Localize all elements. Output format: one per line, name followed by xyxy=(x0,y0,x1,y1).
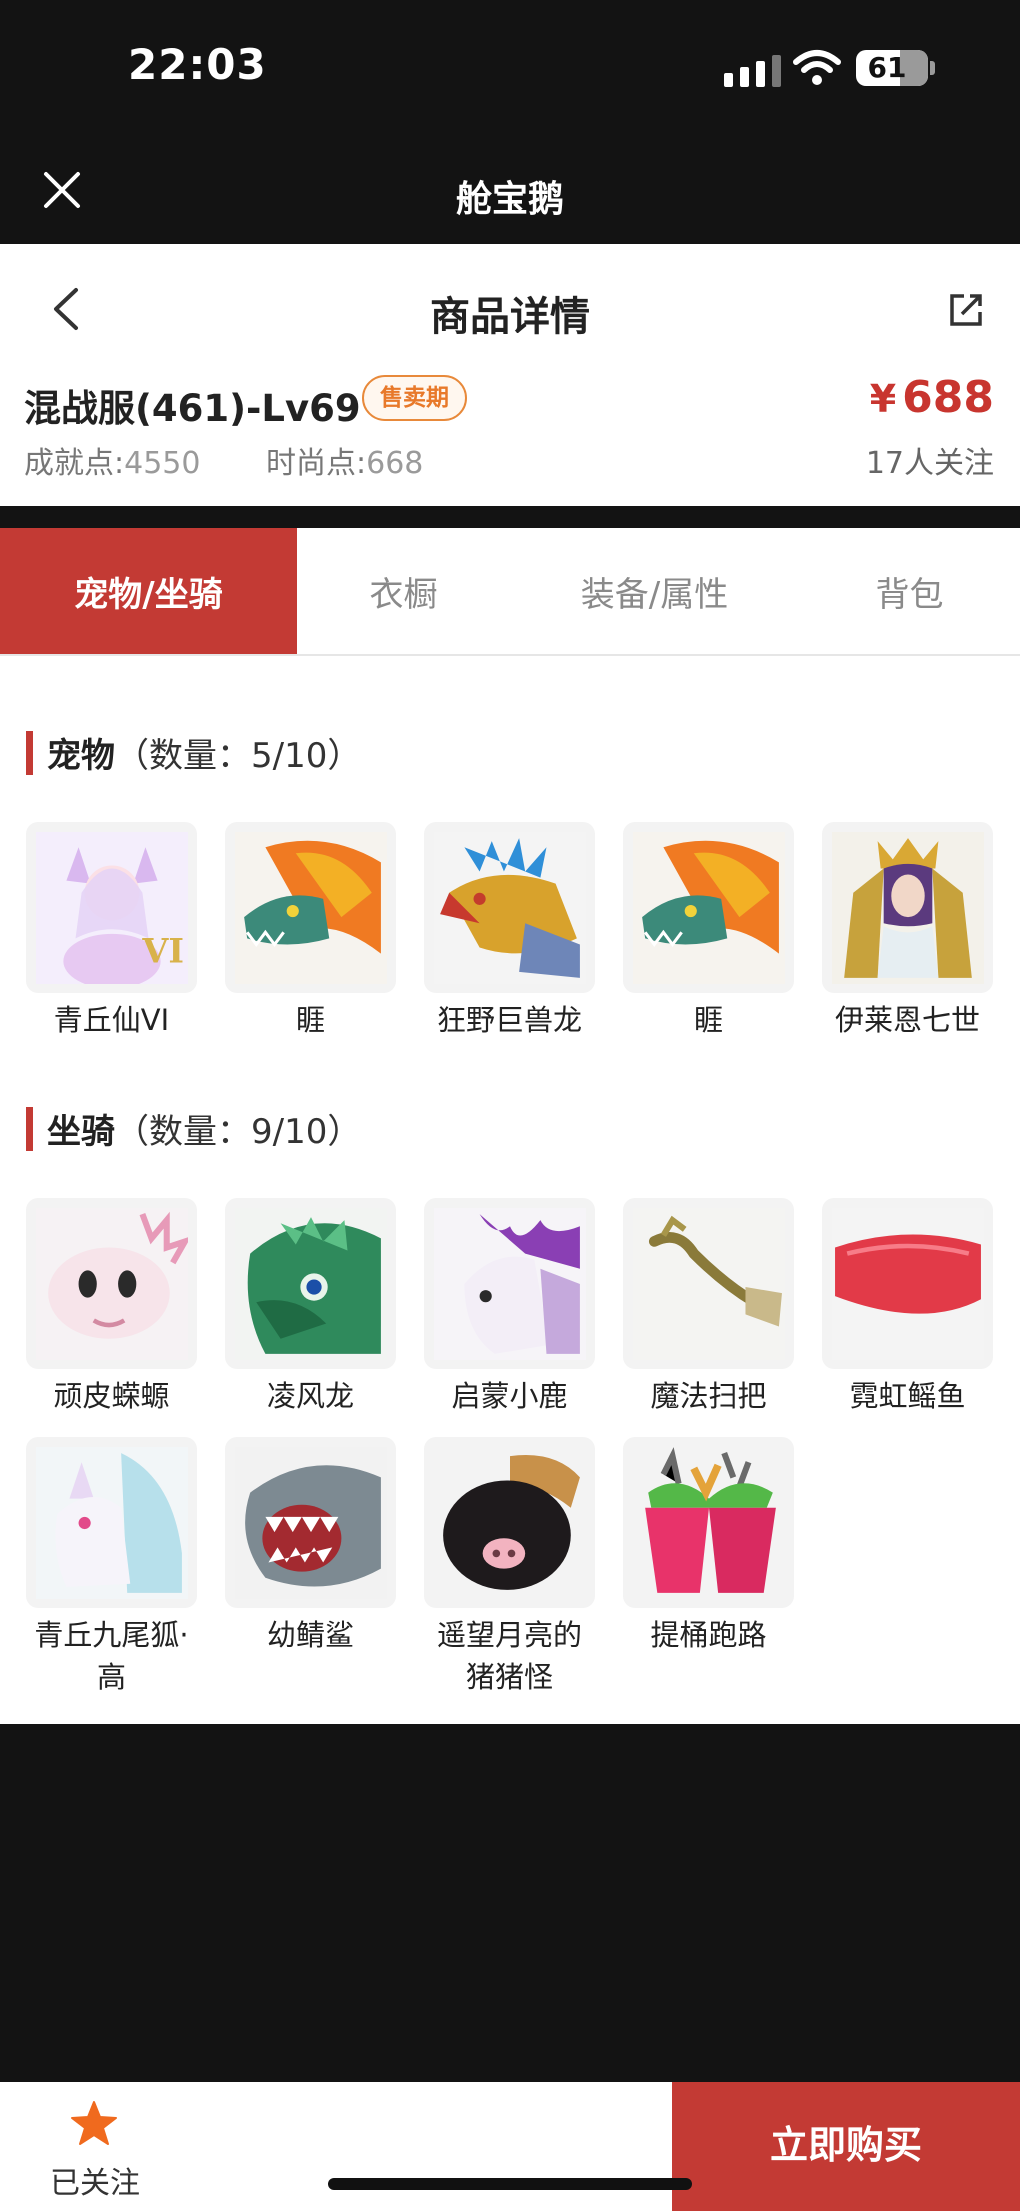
mount-name: 凌风龙 xyxy=(266,1379,354,1413)
price: ¥688 xyxy=(870,372,994,423)
mount-name: 魔法扫把 xyxy=(650,1379,767,1413)
shark-icon xyxy=(234,1446,387,1599)
mount-name: 遥望月亮的猪猪怪 xyxy=(436,1618,582,1694)
pig-icon xyxy=(433,1446,586,1599)
tab-equipment[interactable]: 装备/属性 xyxy=(510,528,799,654)
price-currency: ¥ xyxy=(869,377,897,421)
status-badge: 售卖期 xyxy=(362,375,467,421)
share-icon[interactable] xyxy=(948,292,984,328)
mount-name: 霓虹鳐鱼 xyxy=(849,1379,966,1413)
page-title: 商品详情 xyxy=(430,294,590,340)
mount-item[interactable]: 启蒙小鹿 xyxy=(424,1198,595,1417)
mounts-section-title: 坐骑 （数量：9/10） xyxy=(26,1104,361,1153)
green-dragon-icon xyxy=(234,1207,387,1360)
mount-item[interactable]: 魔法扫把 xyxy=(623,1198,794,1417)
status-time: 22:03 xyxy=(128,40,267,89)
product-name: 混战服(461)-Lv69 xyxy=(24,387,361,430)
fashion-label: 时尚点: xyxy=(266,446,367,481)
pet-name: 睚 xyxy=(295,1003,325,1037)
fashion-points: 时尚点:668 xyxy=(266,438,423,482)
pet-name: 狂野巨兽龙 xyxy=(436,1003,582,1037)
deer-icon xyxy=(433,1207,586,1360)
fox-fairy-icon: VI xyxy=(35,831,188,984)
pet-name: 睚 xyxy=(693,1003,723,1037)
follow-label: 已关注 xyxy=(50,2166,140,2201)
broom-icon xyxy=(632,1207,785,1360)
pet-item[interactable]: 睚 xyxy=(623,822,794,1041)
ray-icon xyxy=(831,1207,984,1360)
price-value: 688 xyxy=(902,372,994,423)
svg-text:VI: VI xyxy=(141,931,184,970)
wifi-icon xyxy=(793,50,841,85)
mounts-title: 坐骑 xyxy=(47,1112,115,1152)
status-bar: 22:03 61 xyxy=(0,0,1020,140)
bucket-icon xyxy=(632,1446,785,1599)
queen-icon xyxy=(831,831,984,984)
product-header: 商品详情 混战服(461)-Lv69 售卖期 ¥688 成就点:4550 时尚点… xyxy=(0,244,1020,506)
star-icon xyxy=(71,2101,117,2145)
battery-icon: 61 xyxy=(856,50,928,86)
fire-dragon-icon xyxy=(632,831,785,984)
mount-item[interactable]: 遥望月亮的猪猪怪 xyxy=(424,1437,595,1698)
pet-name: 青丘仙VI xyxy=(53,1003,170,1037)
mount-item[interactable]: 青丘九尾狐·高 xyxy=(26,1437,197,1698)
achievement-points: 成就点:4550 xyxy=(24,438,200,482)
tab-backpack[interactable]: 背包 xyxy=(799,528,1020,654)
pets-count: （数量：5/10） xyxy=(115,736,362,776)
tab-pets-mounts[interactable]: 宠物/坐骑 xyxy=(0,528,297,654)
home-indicator xyxy=(328,2178,692,2190)
mount-item[interactable]: 凌风龙 xyxy=(225,1198,396,1417)
axolotl-icon xyxy=(35,1207,188,1360)
mount-item[interactable]: 提桶跑路 xyxy=(623,1437,794,1698)
mount-name: 提桶跑路 xyxy=(650,1618,767,1652)
battery-level: 61 xyxy=(867,51,907,84)
fire-dragon-icon xyxy=(234,831,387,984)
wild-dragon-icon xyxy=(433,831,586,984)
mount-item[interactable]: 霓虹鳐鱼 xyxy=(822,1198,993,1417)
follower-count: 17人关注 xyxy=(865,446,994,481)
achievement-value: 4550 xyxy=(124,446,201,481)
achievement-label: 成就点: xyxy=(24,446,125,481)
pets-section-title: 宠物 （数量：5/10） xyxy=(26,728,361,777)
pets-title: 宠物 xyxy=(47,736,115,776)
mount-name: 青丘九尾狐·高 xyxy=(34,1618,189,1694)
mount-item[interactable]: 幼鲭鲨 xyxy=(225,1437,396,1698)
mounts-count: （数量：9/10） xyxy=(115,1112,362,1152)
nine-tail-fox-icon xyxy=(35,1446,188,1599)
mount-item[interactable]: 顽皮蝾螈 xyxy=(26,1198,197,1417)
mounts-grid: 顽皮蝾螈 凌风龙 启蒙小鹿 魔法扫把 霓虹鳐鱼 青丘九尾狐·高 幼鲭鲨 遥望月亮… xyxy=(26,1198,996,1698)
pet-name: 伊莱恩七世 xyxy=(834,1003,980,1037)
cellular-signal-icon xyxy=(724,55,781,87)
mount-name: 幼鲭鲨 xyxy=(266,1618,354,1652)
pets-grid: VI 青丘仙VI 睚 狂野巨兽龙 睚 伊莱恩七世 xyxy=(26,822,996,1041)
app-title: 舱宝鹅 xyxy=(455,179,564,220)
pets-mounts-panel: 宠物 （数量：5/10） VI 青丘仙VI 睚 狂野巨兽龙 睚 伊莱恩七世 坐骑… xyxy=(0,656,1020,1724)
mount-name: 启蒙小鹿 xyxy=(451,1379,568,1413)
mount-name: 顽皮蝾螈 xyxy=(53,1379,170,1413)
follow-button[interactable]: 已关注 xyxy=(0,2082,190,2211)
fashion-value: 668 xyxy=(366,446,424,481)
pet-item[interactable]: 伊莱恩七世 xyxy=(822,822,993,1041)
bottom-action-bar: 已关注 立即购买 xyxy=(0,2082,1020,2211)
buy-now-button[interactable]: 立即购买 xyxy=(672,2082,1020,2211)
tab-wardrobe[interactable]: 衣橱 xyxy=(297,528,510,654)
pet-item[interactable]: VI 青丘仙VI xyxy=(26,822,197,1041)
tab-bar: 宠物/坐骑 衣橱 装备/属性 背包 xyxy=(0,528,1020,656)
pet-item[interactable]: 狂野巨兽龙 xyxy=(424,822,595,1041)
pet-item[interactable]: 睚 xyxy=(225,822,396,1041)
app-bar: 舱宝鹅 xyxy=(0,140,1020,244)
